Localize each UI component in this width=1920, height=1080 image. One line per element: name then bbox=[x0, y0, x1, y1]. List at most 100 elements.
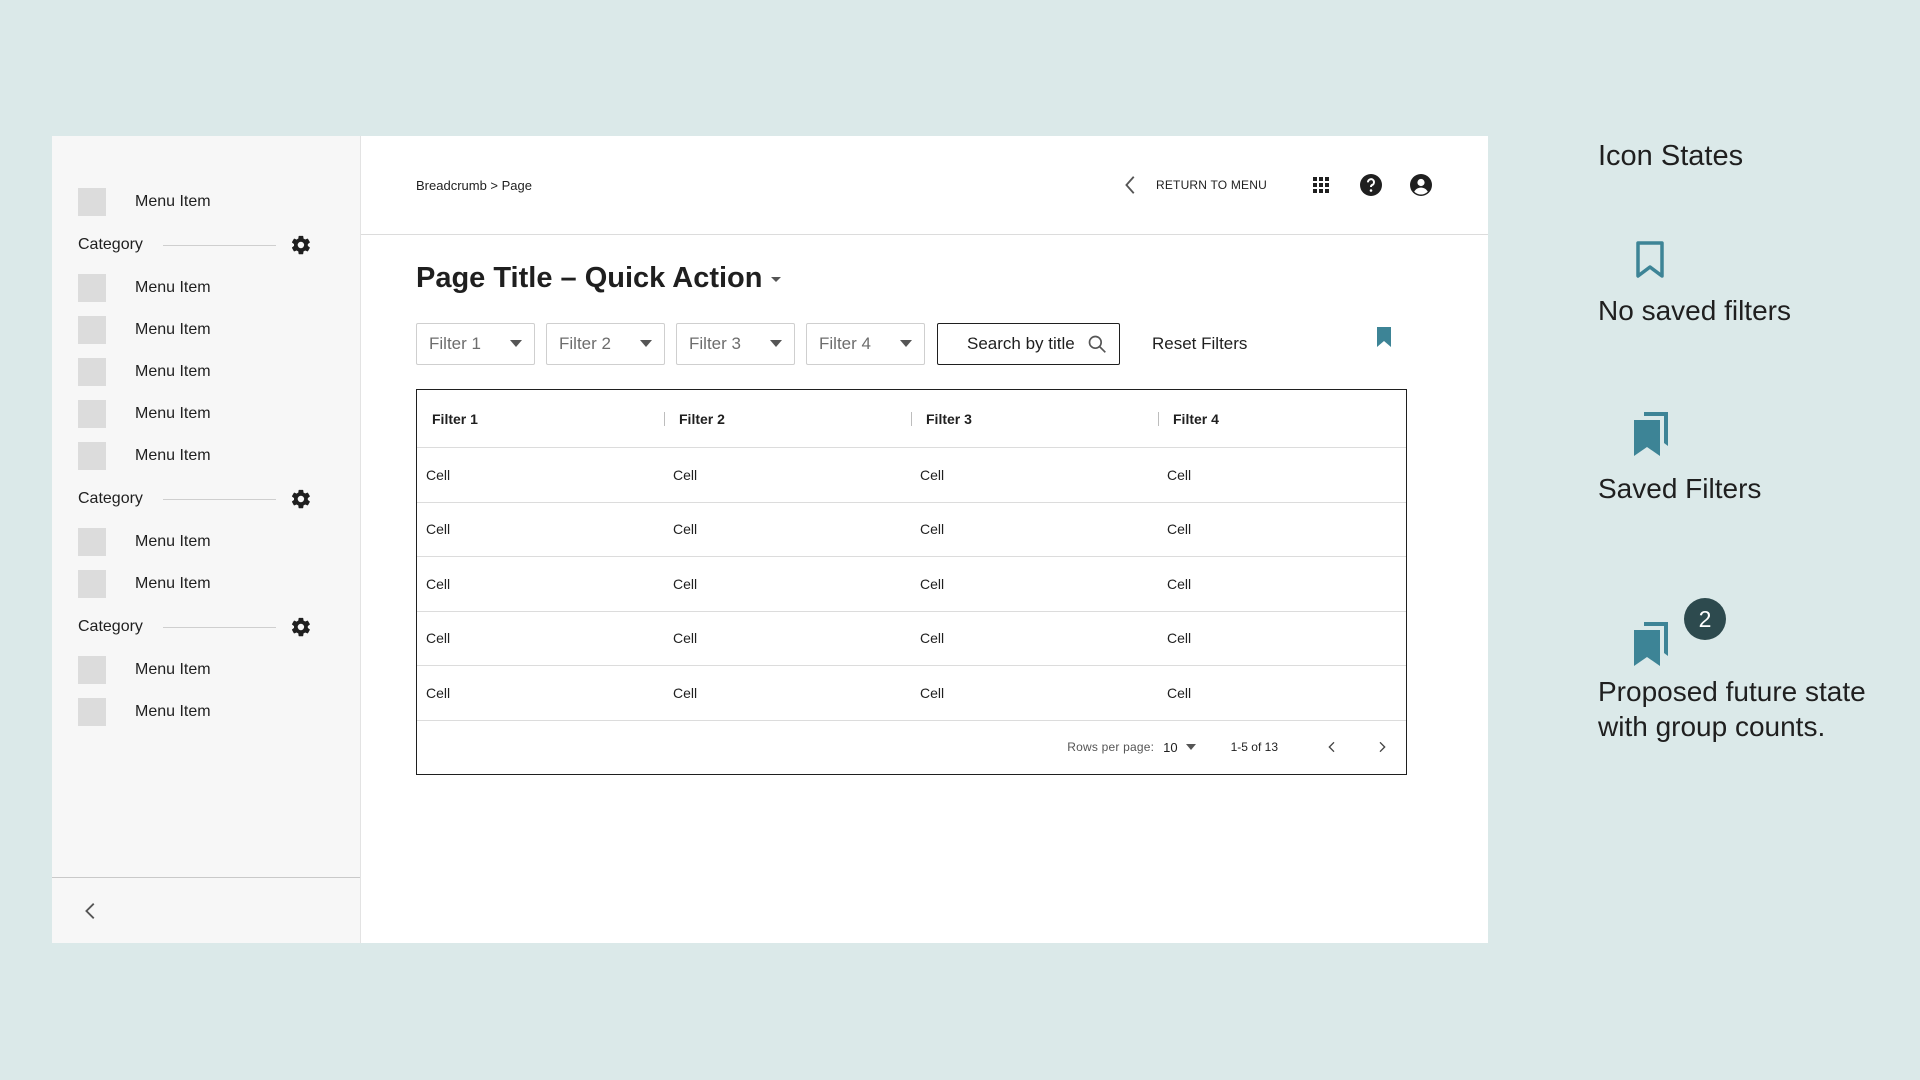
rows-per-page-select[interactable]: 10 bbox=[1163, 740, 1196, 755]
filter-select-3[interactable]: Filter 3 bbox=[676, 323, 795, 365]
table-cell: Cell bbox=[920, 630, 945, 647]
chevron-left-icon[interactable] bbox=[80, 900, 102, 922]
table-cell: Cell bbox=[920, 466, 945, 483]
count-badge: 2 bbox=[1684, 598, 1726, 640]
state-label: Proposed future state with group counts. bbox=[1598, 676, 1866, 742]
search-placeholder: Search by title bbox=[967, 334, 1075, 353]
filter-select-label: Filter 1 bbox=[429, 334, 481, 353]
account-icon[interactable] bbox=[1409, 173, 1433, 197]
sidebar-menu-item[interactable]: Menu Item bbox=[52, 351, 360, 393]
search-input[interactable]: Search by title bbox=[937, 323, 1120, 365]
reset-filters-button[interactable]: Reset Filters bbox=[1152, 334, 1247, 354]
sidebar-menu-item[interactable]: Menu Item bbox=[52, 521, 360, 563]
menu-item-icon-placeholder bbox=[78, 400, 106, 428]
table-cell: Cell bbox=[426, 630, 451, 647]
table-cell: Cell bbox=[673, 575, 698, 592]
bookmarks-stacked-icon bbox=[1630, 410, 1898, 463]
table-cell: Cell bbox=[673, 684, 698, 701]
caret-down-icon bbox=[900, 340, 912, 348]
menu-item-icon-placeholder bbox=[78, 316, 106, 344]
help-icon[interactable] bbox=[1359, 173, 1383, 197]
menu-item-label: Menu Item bbox=[135, 661, 211, 678]
column-header[interactable]: Filter 2 bbox=[664, 390, 911, 447]
breadcrumb[interactable]: Breadcrumb > Page bbox=[416, 178, 1120, 193]
search-icon[interactable] bbox=[1087, 334, 1107, 354]
filter-select-label: Filter 3 bbox=[689, 334, 741, 353]
table-cell: Cell bbox=[673, 630, 698, 647]
sidebar-menu-item[interactable]: Menu Item bbox=[52, 691, 360, 733]
sidebar: Menu Item Category Menu Item Menu Item Menu … bbox=[52, 136, 361, 943]
gear-icon[interactable] bbox=[290, 488, 312, 510]
sidebar-menu-item[interactable]: Menu Item bbox=[52, 393, 360, 435]
menu-item-icon-placeholder bbox=[78, 528, 106, 556]
column-header[interactable]: Filter 3 bbox=[911, 390, 1158, 447]
sidebar-menu-item[interactable]: Menu Item bbox=[52, 563, 360, 605]
page-title-dropdown[interactable]: Page Title – Quick Action bbox=[416, 262, 783, 295]
table-header: Filter 1 Filter 2 Filter 3 Filter 4 bbox=[417, 390, 1406, 448]
table-cell: Cell bbox=[426, 466, 451, 483]
column-header[interactable]: Filter 4 bbox=[1158, 390, 1405, 447]
main-content: Breadcrumb > Page RETURN TO MENU Page Ti… bbox=[361, 136, 1488, 943]
table-cell: Cell bbox=[426, 521, 451, 538]
caret-down-icon bbox=[640, 340, 652, 348]
table-row[interactable]: Cell Cell Cell Cell bbox=[417, 448, 1406, 503]
menu-item-label: Menu Item bbox=[135, 321, 211, 338]
menu-item-label: Menu Item bbox=[135, 575, 211, 592]
divider bbox=[162, 244, 276, 246]
state-saved-filters: Saved Filters bbox=[1598, 410, 1898, 506]
state-label: No saved filters bbox=[1598, 295, 1791, 326]
previous-page-icon[interactable] bbox=[1322, 737, 1342, 757]
sidebar-menu-item[interactable]: Menu Item bbox=[52, 267, 360, 309]
filter-select-4[interactable]: Filter 4 bbox=[806, 323, 925, 365]
filter-bar: Filter 1 Filter 2 Filter 3 Filter 4 Search … bbox=[416, 323, 1406, 365]
menu-item-icon-placeholder bbox=[78, 570, 106, 598]
table-row[interactable]: Cell Cell Cell Cell bbox=[417, 612, 1406, 666]
category-label: Category bbox=[78, 490, 143, 507]
sidebar-menu: Menu Item Category Menu Item Menu Item Menu … bbox=[52, 136, 360, 733]
sidebar-menu-item[interactable]: Menu Item bbox=[52, 649, 360, 691]
return-to-menu-link[interactable]: RETURN TO MENU bbox=[1156, 178, 1267, 192]
filter-selects: Filter 1 Filter 2 Filter 3 Filter 4 bbox=[416, 323, 936, 365]
gear-icon[interactable] bbox=[290, 234, 312, 256]
sidebar-menu-item[interactable]: Menu Item bbox=[52, 181, 360, 223]
menu-item-icon-placeholder bbox=[78, 656, 106, 684]
table-cell: Cell bbox=[920, 684, 945, 701]
next-page-icon[interactable] bbox=[1372, 737, 1392, 757]
chevron-left-icon[interactable] bbox=[1120, 174, 1142, 196]
filter-select-2[interactable]: Filter 2 bbox=[546, 323, 665, 365]
table-cell: Cell bbox=[1167, 575, 1192, 592]
table-cell: Cell bbox=[673, 521, 698, 538]
menu-item-label: Menu Item bbox=[135, 447, 211, 464]
sidebar-category: Category bbox=[52, 477, 360, 521]
table-cell: Cell bbox=[920, 575, 945, 592]
menu-item-icon-placeholder bbox=[78, 188, 106, 216]
table-cell: Cell bbox=[673, 466, 698, 483]
divider bbox=[162, 498, 276, 500]
gear-icon[interactable] bbox=[290, 616, 312, 638]
filter-select-label: Filter 4 bbox=[819, 334, 871, 353]
column-header[interactable]: Filter 1 bbox=[417, 390, 664, 447]
apps-grid-icon[interactable] bbox=[1309, 173, 1333, 197]
table-row[interactable]: Cell Cell Cell Cell bbox=[417, 557, 1406, 612]
table-row[interactable]: Cell Cell Cell Cell bbox=[417, 666, 1406, 721]
category-label: Category bbox=[78, 618, 143, 635]
table-cell: Cell bbox=[1167, 630, 1192, 647]
menu-item-label: Menu Item bbox=[135, 363, 211, 380]
pagination-range: 1-5 of 13 bbox=[1230, 740, 1278, 754]
state-no-saved-filters: No saved filters bbox=[1598, 240, 1898, 328]
table-cell: Cell bbox=[1167, 684, 1192, 701]
sidebar-menu-item[interactable]: Menu Item bbox=[52, 309, 360, 351]
sidebar-menu-item[interactable]: Menu Item bbox=[52, 435, 360, 477]
bookmark-outline-icon bbox=[1634, 240, 1898, 285]
sidebar-category: Category bbox=[52, 605, 360, 649]
bookmark-filled-icon[interactable] bbox=[1374, 325, 1394, 349]
caret-down-icon bbox=[1185, 744, 1196, 750]
table-cell: Cell bbox=[426, 575, 451, 592]
divider bbox=[162, 626, 276, 628]
icon-states-title: Icon States bbox=[1598, 140, 1744, 172]
filter-select-1[interactable]: Filter 1 bbox=[416, 323, 535, 365]
menu-item-label: Menu Item bbox=[135, 279, 211, 296]
top-bar-actions: RETURN TO MENU bbox=[1120, 173, 1433, 197]
menu-item-icon-placeholder bbox=[78, 358, 106, 386]
table-row[interactable]: Cell Cell Cell Cell bbox=[417, 503, 1406, 557]
